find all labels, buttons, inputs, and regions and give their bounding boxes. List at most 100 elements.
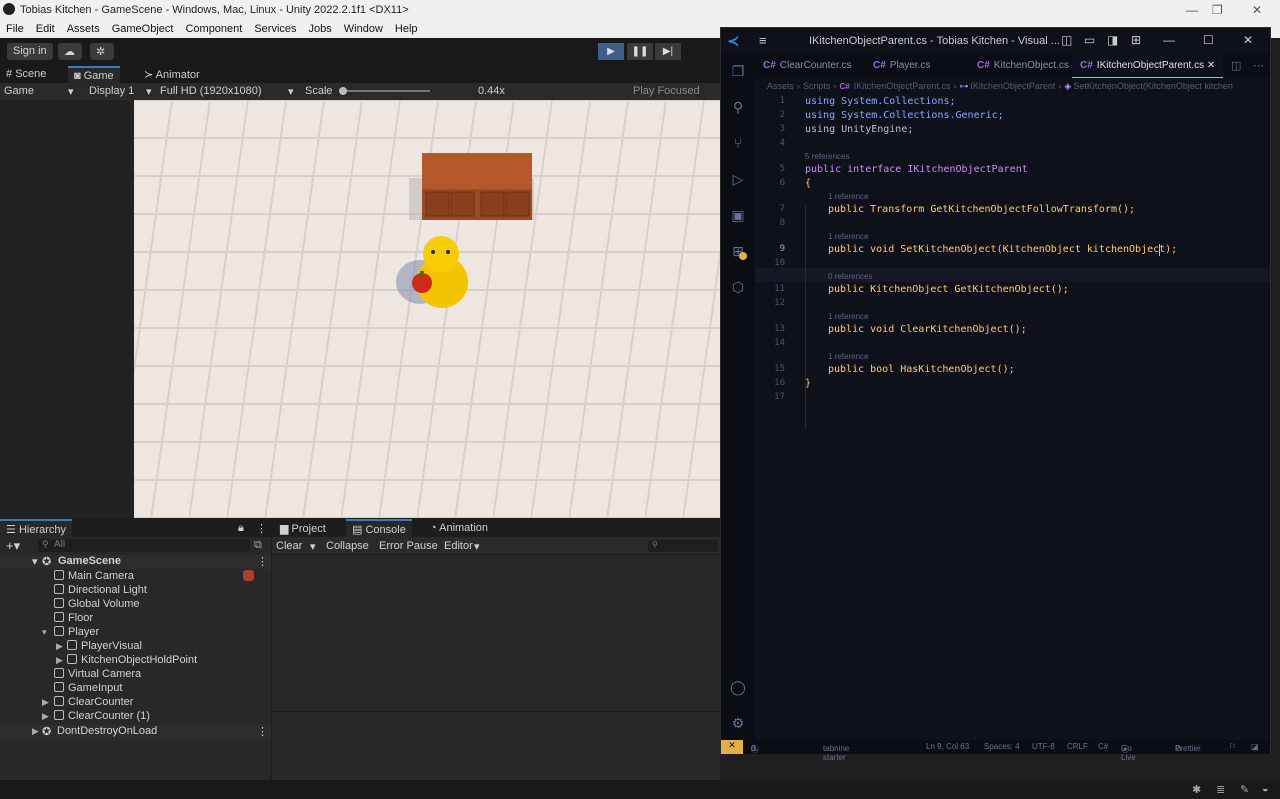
collapse-arrow-icon[interactable]: ▶: [56, 641, 63, 652]
menu-gameobject[interactable]: GameObject: [112, 23, 174, 35]
scene-options-icon[interactable]: ⋮: [257, 725, 268, 738]
hamburger-menu-icon[interactable]: ≡: [759, 33, 767, 48]
close-icon[interactable]: ✕: [1252, 3, 1262, 17]
remote-indicator-icon[interactable]: ✕: [721, 740, 743, 754]
customize-layout-icon[interactable]: ⊞: [1131, 33, 1141, 47]
breadcrumb-interface[interactable]: IKitchenObjectParent: [970, 81, 1055, 91]
cloud-icon[interactable]: ☁: [58, 43, 82, 60]
unity-icon[interactable]: ⬡: [729, 278, 747, 296]
settings-gear-icon[interactable]: ⚙: [729, 714, 747, 732]
dont-destroy-row[interactable]: ▶ ✪ DontDestroyOnLoad ⋮: [0, 725, 271, 739]
console-search-input[interactable]: ⚲: [648, 540, 718, 552]
more-actions-icon[interactable]: ⋯: [1253, 59, 1264, 72]
maximize-icon[interactable]: ☐: [1203, 33, 1214, 47]
resolution-dropdown[interactable]: Full HD (1920x1080): [160, 85, 262, 97]
hierarchy-item[interactable]: Virtual Camera: [54, 668, 141, 682]
source-control-icon[interactable]: ⑂: [729, 134, 747, 152]
tab-clearcounter[interactable]: C# ClearCounter.cs: [755, 54, 858, 78]
collapse-arrow-icon[interactable]: ▶: [42, 697, 49, 708]
hierarchy-item[interactable]: KitchenObjectHoldPoint: [67, 654, 197, 668]
expand-arrow-icon[interactable]: ▾: [42, 627, 47, 638]
play-button[interactable]: ▶: [598, 43, 624, 60]
collapse-button[interactable]: Collapse: [326, 540, 369, 552]
tab-scene[interactable]: # Scene: [0, 66, 52, 83]
menu-edit[interactable]: Edit: [36, 23, 55, 35]
game-viewport[interactable]: [134, 100, 720, 518]
debug-icon[interactable]: ✱: [1192, 783, 1201, 796]
game-mode-dropdown[interactable]: Game: [4, 85, 34, 97]
cursor-position[interactable]: Ln 9, Col 63: [926, 742, 969, 751]
breadcrumb-method[interactable]: SetKitchenObject(KitchenObject kitchen: [1073, 81, 1233, 91]
hierarchy-search-input[interactable]: All: [38, 539, 250, 552]
minimize-icon[interactable]: —: [1186, 3, 1198, 17]
encoding[interactable]: UTF-8: [1032, 742, 1055, 751]
split-editor-icon[interactable]: ◫: [1231, 59, 1241, 72]
collapse-arrow-icon[interactable]: ▶: [56, 655, 63, 666]
close-icon[interactable]: ✕: [1243, 33, 1253, 47]
language-mode[interactable]: C#: [1098, 742, 1108, 751]
error-pause-button[interactable]: Error Pause: [379, 540, 438, 552]
end-of-line[interactable]: CRLF: [1067, 742, 1088, 751]
toggle-panel-icon[interactable]: ▭: [1084, 33, 1095, 47]
scale-slider-handle[interactable]: [339, 87, 347, 95]
more-options-icon[interactable]: ⋮: [256, 522, 267, 535]
code-editor[interactable]: 1 2 3 4 5 6 7 8 9 10 11 12 13 14 15 16 1…: [755, 94, 1270, 740]
toggle-secondary-sidebar-icon[interactable]: ◨: [1107, 33, 1118, 47]
play-focused-dropdown[interactable]: Play Focused: [633, 85, 700, 97]
codelens-references[interactable]: 1 reference: [828, 352, 868, 361]
collapse-arrow-icon[interactable]: ▶: [32, 726, 39, 737]
tab-kitchenobject[interactable]: C# KitchenObject.cs: [969, 54, 1077, 78]
tab-ikitchenobjectparent[interactable]: C# IKitchenObjectParent.cs ✕: [1072, 54, 1224, 78]
layers-icon[interactable]: ≣: [1216, 783, 1225, 796]
tab-player[interactable]: C# Player.cs: [865, 54, 938, 78]
toggle-sidebar-icon[interactable]: ◫: [1061, 33, 1072, 47]
codelens-references[interactable]: 1 reference: [828, 232, 868, 241]
menu-component[interactable]: Component: [185, 23, 242, 35]
sign-in-button[interactable]: Sign in: [7, 43, 53, 60]
collapse-arrow-icon[interactable]: ▶: [42, 711, 49, 722]
close-tab-icon[interactable]: ✕: [1207, 60, 1215, 71]
hierarchy-item[interactable]: ClearCounter (1): [54, 710, 150, 724]
search-icon[interactable]: ⚲: [729, 98, 747, 116]
tab-hierarchy[interactable]: ☰ Hierarchy: [0, 519, 73, 537]
breadcrumb-assets[interactable]: Assets: [767, 81, 794, 91]
scene-options-icon[interactable]: ⋮: [257, 555, 268, 568]
scene-visibility-icon[interactable]: ⧉: [254, 539, 262, 552]
explorer-icon[interactable]: ❐: [729, 62, 747, 80]
menu-window[interactable]: Window: [344, 23, 383, 35]
minimize-icon[interactable]: —: [1163, 33, 1175, 47]
codelens-references[interactable]: 5 references: [805, 152, 849, 161]
codelens-references[interactable]: 0 references: [828, 272, 872, 281]
tab-animation[interactable]: ◔ Animation: [424, 520, 494, 537]
hierarchy-item[interactable]: Directional Light: [54, 584, 147, 598]
tab-game[interactable]: ◙ Game: [68, 66, 120, 83]
tab-animator[interactable]: ≻ Animator: [138, 66, 206, 83]
hierarchy-item[interactable]: GameInput: [54, 682, 122, 696]
wrench-icon[interactable]: ✎: [1240, 783, 1249, 796]
indentation[interactable]: Spaces: 4: [984, 742, 1020, 751]
pause-button[interactable]: ❚❚: [627, 43, 653, 60]
clear-button[interactable]: Clear: [276, 540, 302, 552]
notifications-icon[interactable]: ◪: [1251, 742, 1259, 751]
editor-dropdown[interactable]: Editor: [444, 540, 473, 552]
menu-assets[interactable]: Assets: [67, 23, 100, 35]
tab-console[interactable]: ▤ Console: [346, 519, 412, 537]
hierarchy-item[interactable]: Player: [54, 626, 99, 640]
tab-project[interactable]: ▆ Project: [274, 520, 332, 537]
bell-icon[interactable]: ◒: [1262, 783, 1269, 795]
clear-dropdown-icon[interactable]: ▾: [310, 540, 316, 553]
add-icon[interactable]: +▾: [6, 538, 20, 554]
accounts-icon[interactable]: ◯: [729, 678, 747, 696]
scene-row[interactable]: ▾ ✪ GameScene ⋮: [0, 555, 271, 569]
maximize-icon[interactable]: ❐: [1212, 3, 1223, 17]
hierarchy-item[interactable]: PlayerVisual: [67, 640, 142, 654]
menu-help[interactable]: Help: [395, 23, 418, 35]
scale-slider[interactable]: [340, 90, 430, 92]
codelens-references[interactable]: 1 reference: [828, 312, 868, 321]
hierarchy-item[interactable]: Main Camera: [54, 570, 134, 584]
hierarchy-item[interactable]: ClearCounter: [54, 696, 133, 710]
remote-explorer-icon[interactable]: ▣: [729, 206, 747, 224]
expand-arrow-icon[interactable]: ▾: [32, 555, 38, 568]
collab-icon[interactable]: ✲: [90, 43, 114, 60]
breadcrumb-scripts[interactable]: Scripts: [803, 81, 831, 91]
